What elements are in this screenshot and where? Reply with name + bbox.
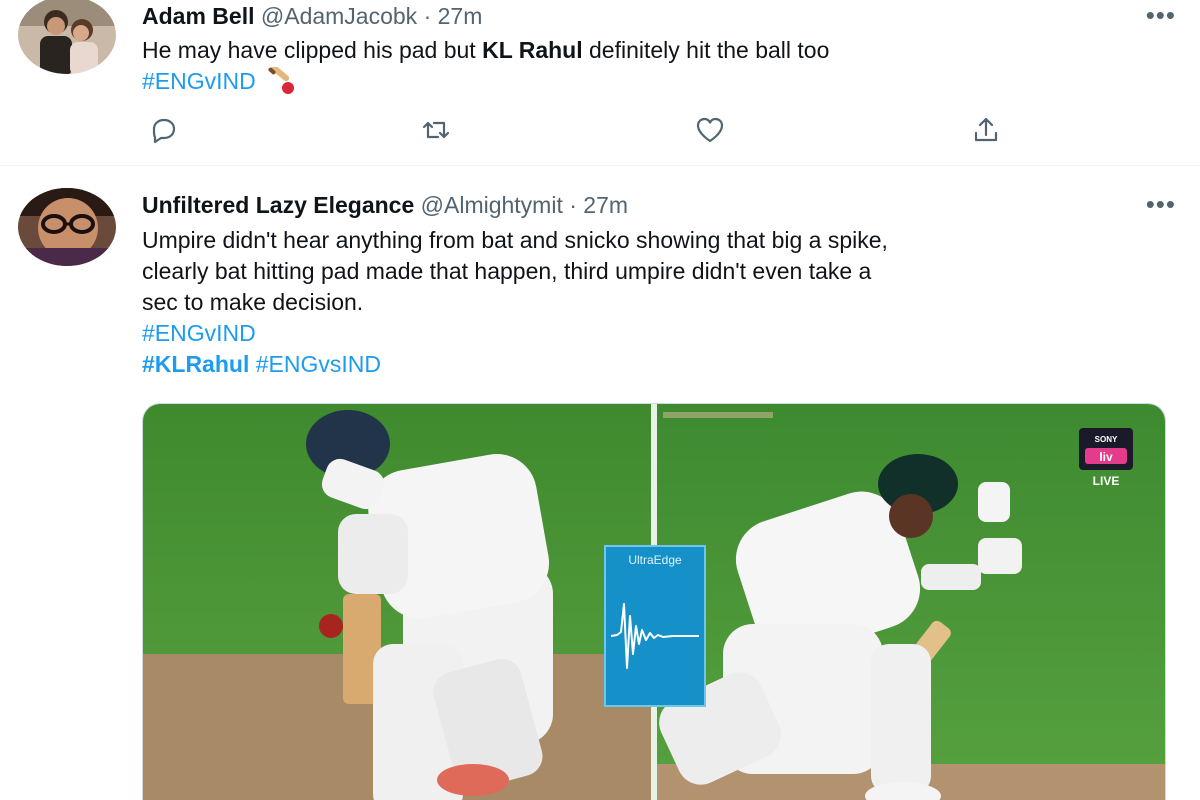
tweet-actions <box>0 114 1200 148</box>
display-name[interactable]: Adam Bell <box>142 3 254 29</box>
hashtag-link[interactable]: #ENGvIND <box>142 320 256 346</box>
tweet-adam-bell[interactable]: Adam Bell @AdamJacobk · 27m ••• He may h… <box>0 0 1200 166</box>
text-bold-segment: KL Rahul <box>482 37 583 63</box>
user-handle[interactable]: @AdamJacobk <box>261 3 417 29</box>
more-dots-icon[interactable]: ••• <box>1146 191 1176 217</box>
tweet-header: Unfiltered Lazy Elegance @Almightymit · … <box>142 192 628 219</box>
cricket-bat-and-ball-emoji <box>266 64 296 103</box>
hashtag-link[interactable]: #KLRahul <box>142 351 249 377</box>
display-name[interactable]: Unfiltered Lazy Elegance <box>142 192 414 218</box>
broadcaster-logo-label: liv <box>1099 450 1113 464</box>
broadcaster-top-label: SONY <box>1095 435 1118 444</box>
tweet-media-image[interactable]: SONY liv LIVE UltraEdge <box>142 403 1166 800</box>
reply-icon[interactable] <box>148 114 180 146</box>
text-line: clearly bat hitting pad made that happen… <box>142 258 872 284</box>
avatar[interactable] <box>18 0 116 74</box>
separator: · <box>569 192 577 218</box>
broadcaster-live-label: LIVE <box>1093 474 1120 488</box>
tweet-unfiltered-lazy-elegance[interactable]: Unfiltered Lazy Elegance @Almightymit · … <box>0 167 1200 800</box>
separator: · <box>423 3 432 29</box>
tweet-text: He may have clipped his pad but KL Rahul… <box>142 35 829 103</box>
share-icon[interactable] <box>970 114 1002 146</box>
avatar[interactable] <box>18 188 116 266</box>
ultraedge-label: UltraEdge <box>628 553 682 567</box>
like-icon[interactable] <box>694 114 726 146</box>
text-segment: He may have clipped his pad but <box>142 37 483 63</box>
user-handle[interactable]: @Almightymit <box>421 192 563 218</box>
tweet-text: Umpire didn't hear anything from bat and… <box>142 225 1162 380</box>
timestamp[interactable]: 27m <box>583 192 628 218</box>
text-line: sec to make decision. <box>142 289 364 315</box>
hashtag-link[interactable]: #ENGvsIND <box>256 351 381 377</box>
text-line: Umpire didn't hear anything from bat and… <box>142 227 888 253</box>
hashtag-link[interactable]: #ENGvIND <box>142 68 256 94</box>
tweet-header: Adam Bell @AdamJacobk · 27m <box>142 3 482 30</box>
more-dots-icon[interactable]: ••• <box>1146 2 1176 28</box>
retweet-icon[interactable] <box>420 114 452 146</box>
text-segment: definitely hit the ball too <box>582 37 830 63</box>
timestamp[interactable]: 27m <box>438 3 483 29</box>
